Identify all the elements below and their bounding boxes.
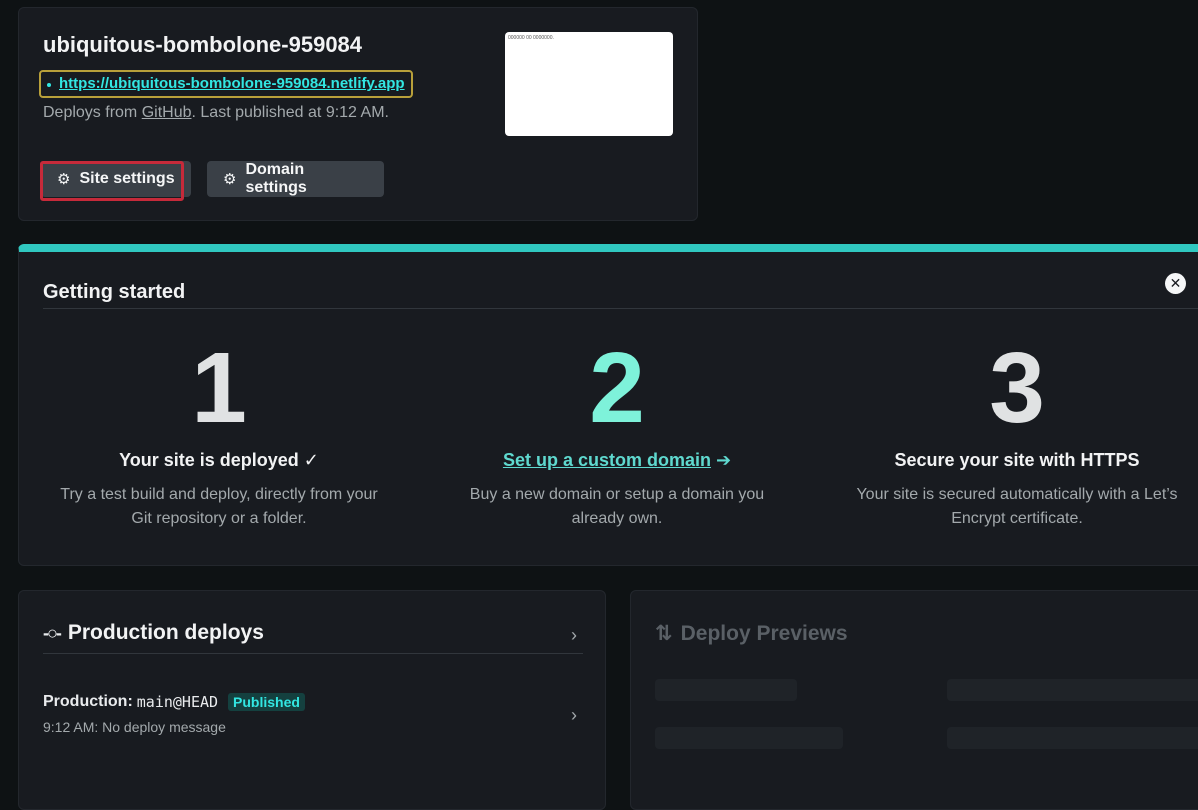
production-deploys-card: -○- Production deploys › Production: mai…	[18, 590, 606, 810]
chevron-right-icon[interactable]: ›	[571, 705, 577, 726]
production-deploys-title: Production deploys	[67, 621, 264, 644]
step-description: Try a test build and deploy, directly fr…	[60, 486, 378, 527]
gear-icon: ⚙	[223, 171, 237, 188]
getting-started-panel: Getting started ✕ 1 Your site is deploye…	[18, 244, 1198, 566]
deploy-message: 9:12 AM: No deploy message	[43, 719, 226, 735]
chevron-right-icon[interactable]: ›	[571, 625, 577, 646]
step-3: 3 Secure your site with HTTPS Your site …	[837, 338, 1197, 531]
deploy-label: Production:	[43, 693, 133, 710]
step-title: Your site is deployed ✓	[119, 450, 319, 470]
domain-settings-button[interactable]: ⚙ Domain settings	[207, 161, 384, 197]
loading-placeholder	[947, 727, 1198, 749]
step-number: 2	[589, 332, 645, 444]
site-settings-button[interactable]: ⚙ Site settings	[41, 161, 191, 197]
url-bullet-icon	[47, 83, 51, 87]
gear-icon: ⚙	[57, 171, 71, 188]
deploy-source-text: Deploys from GitHub. Last published at 9…	[43, 104, 389, 122]
deploy-branch: main@HEAD	[136, 693, 219, 711]
site-overview-card: ubiquitous-bombolone-959084 https://ubiq…	[18, 7, 698, 221]
github-link[interactable]: GitHub	[142, 104, 192, 121]
step-number: 1	[191, 332, 247, 444]
deploy-previews-header[interactable]: ⇅ Deploy Previews	[655, 621, 848, 646]
deploy-previews-title: Deploy Previews	[680, 621, 848, 645]
domain-settings-label: Domain settings	[245, 161, 307, 196]
custom-domain-link[interactable]: Set up a custom domain	[503, 450, 711, 470]
deploy-previews-card: ⇅ Deploy Previews	[630, 590, 1198, 810]
commit-icon: -○-	[43, 622, 62, 643]
last-published-text: . Last published at 9:12 AM.	[191, 104, 389, 121]
arrow-right-icon: ➔	[710, 450, 732, 470]
status-badge: Published	[228, 693, 305, 711]
pull-request-icon: ⇅	[655, 622, 673, 645]
loading-placeholder	[947, 679, 1198, 701]
step-title: Set up a custom domain ➔	[437, 450, 797, 471]
deploy-source-prefix: Deploys from	[43, 104, 142, 121]
step-description: Buy a new domain or setup a domain you a…	[469, 486, 765, 527]
site-name: ubiquitous-bombolone-959084	[43, 32, 363, 57]
loading-placeholder	[655, 679, 797, 701]
divider	[43, 308, 1198, 309]
site-url-link[interactable]: https://ubiquitous-bombolone-959084.netl…	[59, 75, 405, 92]
loading-placeholder	[655, 727, 843, 749]
site-preview-thumbnail[interactable]: 000000 00 0000000.	[505, 32, 673, 136]
site-settings-label: Site settings	[79, 170, 175, 187]
step-2: 2 Set up a custom domain ➔ Buy a new dom…	[437, 338, 797, 531]
getting-started-title: Getting started	[43, 281, 186, 303]
site-url-highlight: https://ubiquitous-bombolone-959084.netl…	[39, 70, 413, 98]
production-deploys-header[interactable]: -○- Production deploys	[43, 621, 264, 645]
thumbnail-text: 000000 00 0000000.	[508, 35, 554, 41]
step-number: 3	[989, 332, 1045, 444]
divider	[43, 653, 583, 654]
step-title: Secure your site with HTTPS	[894, 450, 1140, 470]
deploy-row[interactable]: Production: main@HEAD Published 9:12 AM:…	[43, 693, 305, 735]
close-icon[interactable]: ✕	[1165, 273, 1186, 294]
step-1: 1 Your site is deployed ✓ Try a test bui…	[39, 338, 399, 531]
step-description: Your site is secured automatically with …	[856, 486, 1178, 527]
